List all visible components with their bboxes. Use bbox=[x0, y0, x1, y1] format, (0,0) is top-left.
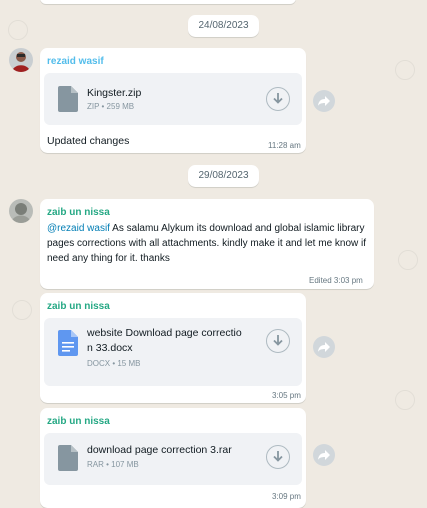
avatar[interactable] bbox=[9, 199, 33, 223]
file-name-line-1: website Download page correctio bbox=[87, 327, 242, 339]
file-meta: RAR • 107 MB bbox=[87, 460, 139, 469]
rar-file-icon bbox=[58, 445, 78, 471]
download-arrow-icon bbox=[273, 93, 283, 104]
download-arrow-icon bbox=[273, 451, 283, 462]
file-name-line-2: n 33.docx bbox=[87, 342, 133, 354]
file-attachment[interactable]: Kingster.zip ZIP • 259 MB bbox=[44, 73, 302, 125]
sender-name[interactable]: rezaid wasif bbox=[47, 56, 104, 67]
file-meta: DOCX • 15 MB bbox=[87, 359, 141, 368]
wallpaper-doodle bbox=[398, 250, 418, 270]
message-text: @rezaid wasif As salamu Alykum its downl… bbox=[47, 221, 369, 266]
avatar-zaib-icon bbox=[9, 199, 33, 223]
message-bubble[interactable]: zaib un nissa website Download page corr… bbox=[40, 293, 306, 403]
wallpaper-doodle bbox=[395, 60, 415, 80]
forward-icon bbox=[318, 450, 330, 460]
forward-button[interactable] bbox=[313, 444, 335, 466]
file-attachment[interactable]: download page correction 3.rar RAR • 107… bbox=[44, 433, 302, 485]
docx-file-icon bbox=[58, 330, 78, 356]
forward-icon bbox=[318, 342, 330, 352]
file-meta: ZIP • 259 MB bbox=[87, 102, 135, 111]
download-button[interactable] bbox=[266, 445, 290, 469]
zip-file-icon bbox=[58, 86, 78, 112]
sender-name[interactable]: zaib un nissa bbox=[47, 301, 110, 312]
forward-button[interactable] bbox=[313, 336, 335, 358]
wallpaper-doodle bbox=[12, 300, 32, 320]
sender-name[interactable]: zaib un nissa bbox=[47, 207, 110, 218]
message-time: 3:05 pm bbox=[272, 391, 301, 400]
file-attachment[interactable]: website Download page correctio n 33.doc… bbox=[44, 318, 302, 386]
message-bubble[interactable]: zaib un nissa @rezaid wasif As salamu Al… bbox=[40, 199, 374, 289]
forward-button[interactable] bbox=[313, 90, 335, 112]
mention-link[interactable]: @rezaid wasif bbox=[47, 223, 110, 234]
message-time: Edited 3:03 pm bbox=[309, 276, 363, 285]
message-time: 3:09 pm bbox=[272, 492, 301, 501]
date-separator: 29/08/2023 bbox=[188, 165, 259, 187]
wallpaper-doodle bbox=[395, 390, 415, 410]
download-button[interactable] bbox=[266, 329, 290, 353]
download-button[interactable] bbox=[266, 87, 290, 111]
wallpaper-doodle bbox=[8, 20, 28, 40]
date-separator: 24/08/2023 bbox=[188, 15, 259, 37]
message-caption: Updated changes bbox=[47, 135, 130, 147]
file-name: download page correction 3.rar bbox=[87, 444, 232, 456]
sender-name[interactable]: zaib un nissa bbox=[47, 416, 110, 427]
message-time: 11:28 am bbox=[268, 141, 301, 150]
previous-message-bubble[interactable] bbox=[40, 0, 296, 4]
message-bubble[interactable]: zaib un nissa download page correction 3… bbox=[40, 408, 306, 508]
avatar-rezaid-icon bbox=[9, 48, 33, 72]
message-bubble[interactable]: rezaid wasif Kingster.zip ZIP • 259 MB U… bbox=[40, 48, 306, 153]
download-arrow-icon bbox=[273, 335, 283, 346]
forward-icon bbox=[318, 96, 330, 106]
file-name: Kingster.zip bbox=[87, 87, 142, 99]
avatar[interactable] bbox=[9, 48, 33, 72]
